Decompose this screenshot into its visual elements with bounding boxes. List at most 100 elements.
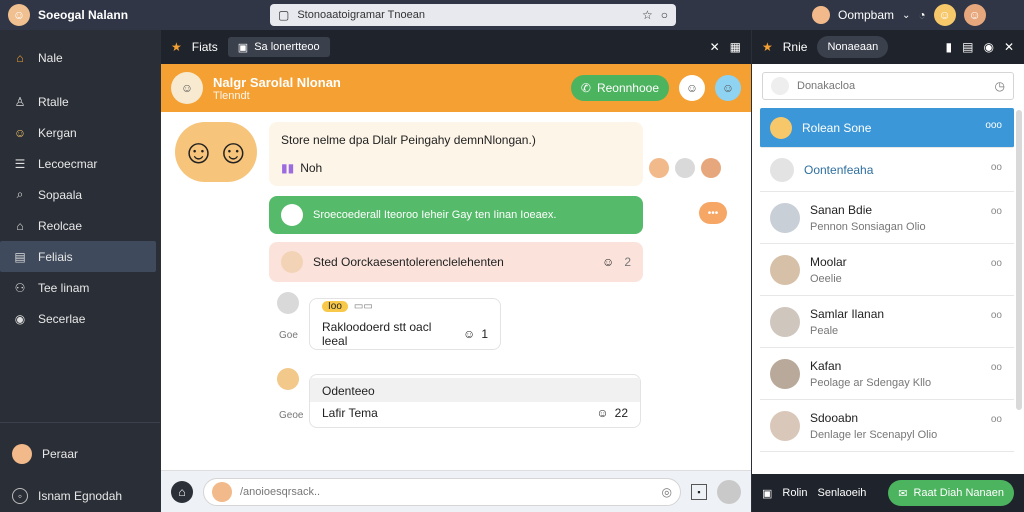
message-input[interactable]: /anoioesqrsack.. ◎: [203, 477, 681, 506]
contact-name: Sdooabn: [810, 410, 859, 425]
sidebar-item-search[interactable]: ⌕ Sopaala: [0, 179, 160, 210]
chat-panel: ★ Fiats ▣ Sa lonertteoo ✕ ▦ ☺ Nalgr Saro…: [161, 30, 751, 512]
user-avatar-icon: [771, 77, 789, 95]
contact-sub: Peolage ar Sdengay Kllo: [810, 376, 932, 389]
sticker-avatar-icon: ☺☺: [175, 122, 257, 182]
briefcase-icon[interactable]: ▣: [762, 487, 772, 500]
contacts-tab-pill-label: Nonaeaan: [827, 41, 879, 53]
chevron-down-icon[interactable]: ⌄: [902, 10, 910, 21]
sidebar-item-home[interactable]: ⌂ Nale: [0, 42, 160, 73]
contact-meta: ooo: [985, 120, 1002, 131]
contact-item[interactable]: Kafan Peolage ar Sdengay Kllo oo: [760, 348, 1014, 400]
member-avatar-icon[interactable]: ☺: [679, 75, 705, 101]
typing-indicator-icon: •••: [699, 202, 727, 224]
contact-meta: oo: [990, 258, 1002, 269]
team-icon: ⚇: [14, 280, 26, 295]
sidebar-item-settings[interactable]: ◉ Secerlae: [0, 303, 160, 334]
record-icon[interactable]: ◉: [983, 40, 993, 54]
bottom-action-label: Isnam Egnodah: [38, 488, 123, 503]
sidebar-item-team[interactable]: ⚇ Tee linam: [0, 272, 160, 303]
contact-name: Sanan Bdie: [810, 202, 873, 217]
message-title: Odenteeo: [310, 378, 640, 402]
sender-avatar-icon: [277, 368, 299, 390]
star-icon: ★: [762, 40, 773, 54]
contact-avatar-icon: [770, 157, 794, 182]
sidebar-item-label: Secerlae: [38, 311, 86, 326]
profile-avatar-icon[interactable]: [812, 6, 830, 24]
contact-search[interactable]: Donakacloa ◷: [762, 72, 1014, 100]
contact-avatar-icon[interactable]: ☺: [171, 72, 203, 104]
footer-mid-label[interactable]: Senlaoeih: [817, 487, 866, 499]
contact-meta: oo: [990, 414, 1002, 425]
list-icon[interactable]: ▤: [962, 40, 973, 54]
contact-meta: oo: [990, 162, 1002, 173]
avatar-icon: ☺: [13, 125, 27, 140]
contact-item[interactable]: Oontenfeaha oo: [760, 148, 1014, 192]
contacts-tab[interactable]: Rnie: [783, 40, 808, 54]
contact-item[interactable]: Rolean Sone ooo: [760, 108, 1014, 148]
chat-toolbar: ★ Fiats ▣ Sa lonertteoo ✕ ▦: [161, 30, 751, 64]
clock-icon[interactable]: ◔: [918, 8, 925, 22]
image-icon[interactable]: ▪: [691, 483, 707, 500]
chat-tab-pill[interactable]: ▣ Sa lonertteoo: [227, 37, 330, 57]
contact-item[interactable]: Sdooabn Denlage ler Scenapyl Olio oo: [760, 400, 1014, 452]
contact-avatar-icon: [770, 358, 800, 389]
clock-icon[interactable]: ◷: [995, 79, 1005, 93]
contact-name: Oontenfeaha: [804, 162, 874, 177]
close-icon[interactable]: ✕: [1004, 40, 1014, 54]
profile-name[interactable]: Oompbam: [838, 8, 894, 22]
contacts-tab-pill[interactable]: Nonaeaan: [817, 36, 889, 58]
message-text: Sroecoederall Iteoroo Ieheir Gay ten Iin…: [313, 209, 557, 221]
message-count: 22: [614, 406, 628, 420]
reaction-avatar-icon: [649, 158, 669, 178]
member-avatar-2-icon[interactable]: ☺: [715, 75, 741, 101]
sidebar-bottom-action[interactable]: ◦ Isnam Egnodah: [0, 480, 160, 511]
message-sub: Noh: [300, 161, 323, 175]
sidebar-item-house[interactable]: ⌂ Reolcae: [0, 210, 160, 241]
message-bubble: Odenteeo Lafir Tema ☺ 22: [309, 374, 641, 428]
scrollbar[interactable]: [1016, 110, 1022, 410]
contact-item[interactable]: Sanan Bdie Pennon Sonsiagan Olio oo: [760, 192, 1014, 244]
user-avatar-icon[interactable]: [717, 479, 741, 504]
page-icon: ▢: [278, 8, 290, 22]
footer-left-label[interactable]: Rolin: [782, 487, 807, 499]
contact-name: Kafan: [810, 358, 842, 373]
user-avatar-icon[interactable]: ☺: [933, 4, 956, 26]
sidebar-item-label: Lecoecmar: [38, 156, 98, 171]
chat-composer: ⌂ /anoioesqrsack.. ◎ ▪: [161, 470, 751, 512]
contact-avatar-icon: [770, 410, 800, 441]
start-chat-button[interactable]: ✉ Raat Diah Nanaen: [888, 480, 1014, 506]
contact-item[interactable]: Samlar Ilanan Peale oo: [760, 296, 1014, 348]
close-icon[interactable]: ✕: [710, 40, 720, 54]
sidebar-item-profile[interactable]: ♙ Rtalle: [0, 86, 160, 117]
smile-icon: ☺: [596, 406, 609, 420]
app-title: Soeogal Nalann: [38, 8, 129, 22]
address-bar[interactable]: ▢ Stonoaatoigramar Tnoean ☆ ○: [270, 4, 676, 26]
sidebar-bottom-user[interactable]: Peraar: [0, 438, 160, 469]
chat-header-sub: Tlenndt: [213, 89, 250, 102]
house-icon: ⌂: [16, 218, 24, 233]
sidebar-item-list[interactable]: ☰ Lecoecmar: [0, 148, 160, 179]
star-icon[interactable]: ☆: [642, 8, 653, 22]
user-avatar-2-icon[interactable]: ☺: [963, 4, 986, 26]
sidebar-item-files[interactable]: ▤ Feliais: [0, 241, 156, 272]
sidebar-item-contacts[interactable]: ☺ Kergan: [0, 117, 160, 148]
chat-header-title: Nalgr Sarolal Nlonan: [213, 74, 341, 90]
power-icon: ◦: [12, 487, 28, 504]
header-action-button[interactable]: ✆ Reonnhooe: [570, 75, 669, 101]
message-text: Rakloodoerd stt oacl leeal: [322, 319, 432, 348]
grid-icon[interactable]: ▦: [730, 40, 741, 54]
contact-name: Moolar: [810, 254, 847, 269]
contact-item[interactable]: Moolar Oeelie oo: [760, 244, 1014, 296]
sidebar-item-label: Feliais: [38, 249, 73, 264]
url-text: Stonoaatoigramar Tnoean: [297, 9, 425, 21]
emoji-icon[interactable]: ◎: [662, 485, 672, 499]
settings-icon: ◉: [14, 311, 26, 326]
attach-icon[interactable]: ⌂: [171, 480, 193, 503]
chat-header: ☺ Nalgr Sarolal Nlonan Tlenndt ✆ Reonnho…: [161, 64, 751, 112]
chat-tab[interactable]: Fiats: [192, 40, 218, 54]
contact-meta: oo: [990, 206, 1002, 217]
lock-icon: ▣: [237, 41, 249, 54]
bookmark-icon[interactable]: ▮: [946, 40, 953, 54]
circle-icon[interactable]: ○: [661, 8, 668, 22]
